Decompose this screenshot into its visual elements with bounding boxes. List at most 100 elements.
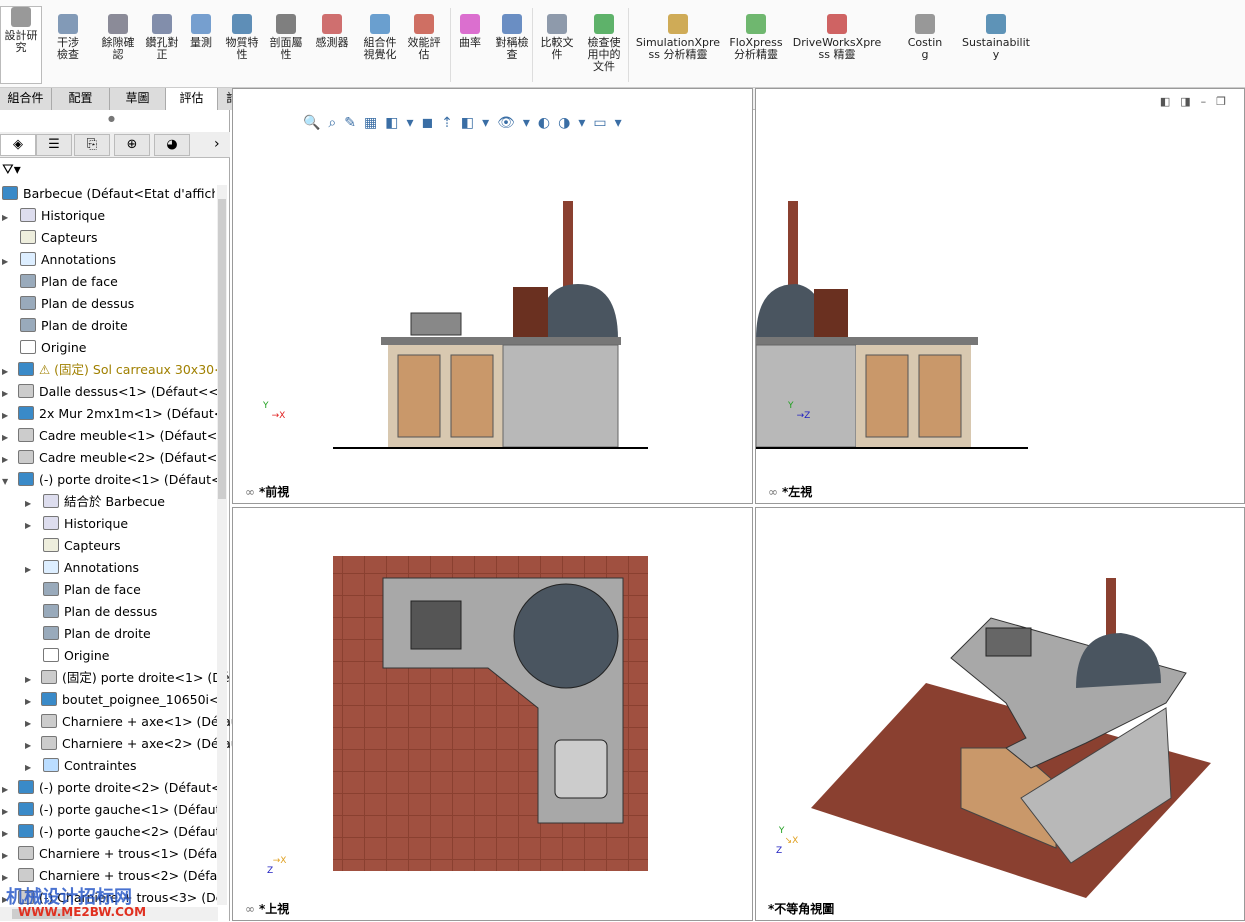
tree-item[interactable]: ▶ Annotations [2,249,217,271]
sustainability-button[interactable]: Sustainability [960,14,1032,61]
simulationxpress-button[interactable]: SimulationXpress 分析精靈 [632,14,724,61]
check-active-doc-button[interactable]: 檢查使用中的文件 [584,14,624,73]
tree-item[interactable]: Plan de face [2,271,217,293]
expand-arrow-icon[interactable]: ▶ [2,405,12,425]
viewport-front[interactable]: 🔍⌕✎▦◧▾◼⇡◧▾👁▾◐◑▾▭▾ Y →X ∞ *前視 [232,88,753,504]
property-manager-tab[interactable]: ☰ [36,134,72,156]
viewport-top[interactable]: →X Z ∞ *上視 [232,507,753,921]
curvature-button[interactable]: 曲率 [455,14,485,49]
button-label: 餘隙確認 [101,36,135,61]
floxpress-button[interactable]: FloXpress 分析精靈 [725,14,787,61]
expand-arrow-icon[interactable]: ▶ [2,449,12,469]
expand-arrow-icon[interactable]: ▶ [25,757,35,777]
expand-arrow-icon[interactable]: ▶ [2,251,12,271]
triad-left: Y →Z [788,401,811,421]
hole-alignment-button[interactable]: 鑽孔對正 [142,14,182,61]
expand-arrow-icon[interactable]: ▶ [2,801,12,821]
panel-grip[interactable]: ● [108,114,115,123]
tree-item[interactable]: Capteurs [25,535,240,557]
chevron-right-icon[interactable]: › [214,136,220,152]
tree-item-label: Plan de dessus [64,604,158,619]
part-icon [18,428,34,442]
design-study-icon [11,7,31,27]
tree-item[interactable]: Plan de droite [2,315,217,337]
triad-front: Y →X [263,401,286,421]
expand-arrow-icon[interactable]: ▶ [25,691,35,711]
tab-1[interactable]: 配置 [52,88,110,110]
expand-arrow-icon[interactable]: ▶ [25,735,35,755]
measure-button[interactable]: 量測 [186,14,216,49]
tree-item[interactable]: ▶ Charniere + axe<2> (Défau [25,733,240,755]
expand-arrow-icon[interactable]: ▶ [2,383,12,403]
tree-item[interactable]: Plan de face [25,579,240,601]
expand-arrow-icon[interactable]: ▶ [2,361,12,381]
tree-item[interactable]: ▶ Historique [25,513,240,535]
symmetry-button[interactable]: 對稱檢查 [492,14,532,61]
section-properties-button[interactable]: 剖面屬性 [266,14,306,61]
tree-item-label: Dalle dessus<1> (Défaut<<Dé [39,384,217,399]
expand-arrow-icon[interactable]: ▶ [25,515,35,535]
expand-arrow-icon[interactable]: ▶ [2,845,12,865]
mass-properties-button[interactable]: 物質特性 [222,14,262,61]
tree-item[interactable]: ▶ ⚠ (固定) Sol carreaux 30x30< [2,359,217,381]
tree-item[interactable]: ▶ Dalle dessus<1> (Défaut<<Dé [2,381,217,403]
expand-arrow-icon[interactable]: ▶ [2,779,12,799]
tree-item[interactable]: ▶ 結合於 Barbecue [25,491,240,513]
display-manager-tab[interactable]: ◕ [154,134,190,156]
tree-item[interactable]: ▶ Contraintes [25,755,240,777]
expand-arrow-icon[interactable]: ▶ [2,427,12,447]
plane-icon [20,274,36,288]
tree-item[interactable]: Origine [25,645,240,667]
dimxpert-tab[interactable]: ⊕ [114,134,150,156]
tree-item[interactable]: Capteurs [2,227,217,249]
assembly-visualization-button[interactable]: 組合件視覺化 [358,14,402,61]
tree-item[interactable]: ▶ Charniere + axe<1> (Défau [25,711,240,733]
tree-item[interactable]: Origine [2,337,217,359]
expand-arrow-icon[interactable]: ▶ [2,823,12,843]
performance-button[interactable]: 效能評估 [404,14,444,61]
tree-item[interactable]: Plan de droite [25,623,240,645]
tree-item[interactable]: ▶ (-) porte droite<2> (Défaut<Et [2,777,217,799]
tree-item-label: Origine [64,648,110,663]
expand-arrow-icon[interactable]: ▶ [25,669,35,689]
tree-item[interactable]: ▶ Historique [2,205,217,227]
tree-item[interactable]: ▼ (-) porte droite<1> (Défaut<Et [2,469,217,491]
tab-3[interactable]: 評估 [166,88,218,110]
expand-arrow-icon[interactable]: ▼ [2,471,12,491]
viewport-left[interactable]: ◧◨–❐ Y →Z ∞ *左視 [755,88,1245,504]
tree-item[interactable]: ▶ (-) porte gauche<1> (Défaut<I [2,799,217,821]
compare-button[interactable]: 比較文件 [537,14,577,61]
tab-0[interactable]: 組合件 [0,88,52,110]
button-label: 檢查使用中的文件 [587,36,621,73]
tree-item[interactable]: ▶ boutet_poignee_10650i<1 [25,689,240,711]
tree-scrollbar[interactable] [217,185,227,905]
expand-arrow-icon[interactable]: ▶ [25,493,35,513]
costing-button[interactable]: Costing [905,14,945,61]
feature-tree-tab[interactable]: ◈ [0,134,36,156]
clearance-button[interactable]: 餘隙確認 [98,14,138,61]
expand-arrow-icon[interactable]: ▶ [25,713,35,733]
viewport-isometric[interactable]: Y ↘X Z *不等角視圖 [755,507,1245,921]
tree-item[interactable]: ▶ Cadre meuble<1> (Défaut<<D [2,425,217,447]
tree-item[interactable]: ▶ (固定) porte droite<1> (Dé [25,667,240,689]
tree-item[interactable]: Plan de dessus [2,293,217,315]
tree-item[interactable]: ▶ 2x Mur 2mx1m<1> (Défaut<Et [2,403,217,425]
interference-button[interactable]: 干涉檢查 [50,14,86,61]
curvature-icon [460,14,480,34]
tree-item[interactable]: Barbecue (Défaut<Etat d'affichage [0,183,215,205]
tree-item[interactable]: ▶ Cadre meuble<2> (Défaut<<D [2,447,217,469]
tree-item[interactable]: ▶ Annotations [25,557,240,579]
configuration-manager-tab[interactable]: ⎘ [74,134,110,156]
sensor-button[interactable]: 感測器 [312,14,352,49]
plane-icon [43,604,59,618]
tree-item[interactable]: ▶ Charniere + trous<1> (Défaut< [2,843,217,865]
tab-2[interactable]: 草圖 [110,88,166,110]
button-label: 干涉檢查 [57,36,79,61]
design-study-button[interactable]: 設計研究 [0,6,42,84]
filter-icon[interactable]: ⛛▾ [2,162,21,178]
tree-item[interactable]: Plan de dessus [25,601,240,623]
expand-arrow-icon[interactable]: ▶ [25,559,35,579]
tree-item[interactable]: ▶ (-) porte gauche<2> (Défaut<I [2,821,217,843]
expand-arrow-icon[interactable]: ▶ [2,207,12,227]
driveworks-button[interactable]: DriveWorksXpress 精靈 [790,14,884,61]
